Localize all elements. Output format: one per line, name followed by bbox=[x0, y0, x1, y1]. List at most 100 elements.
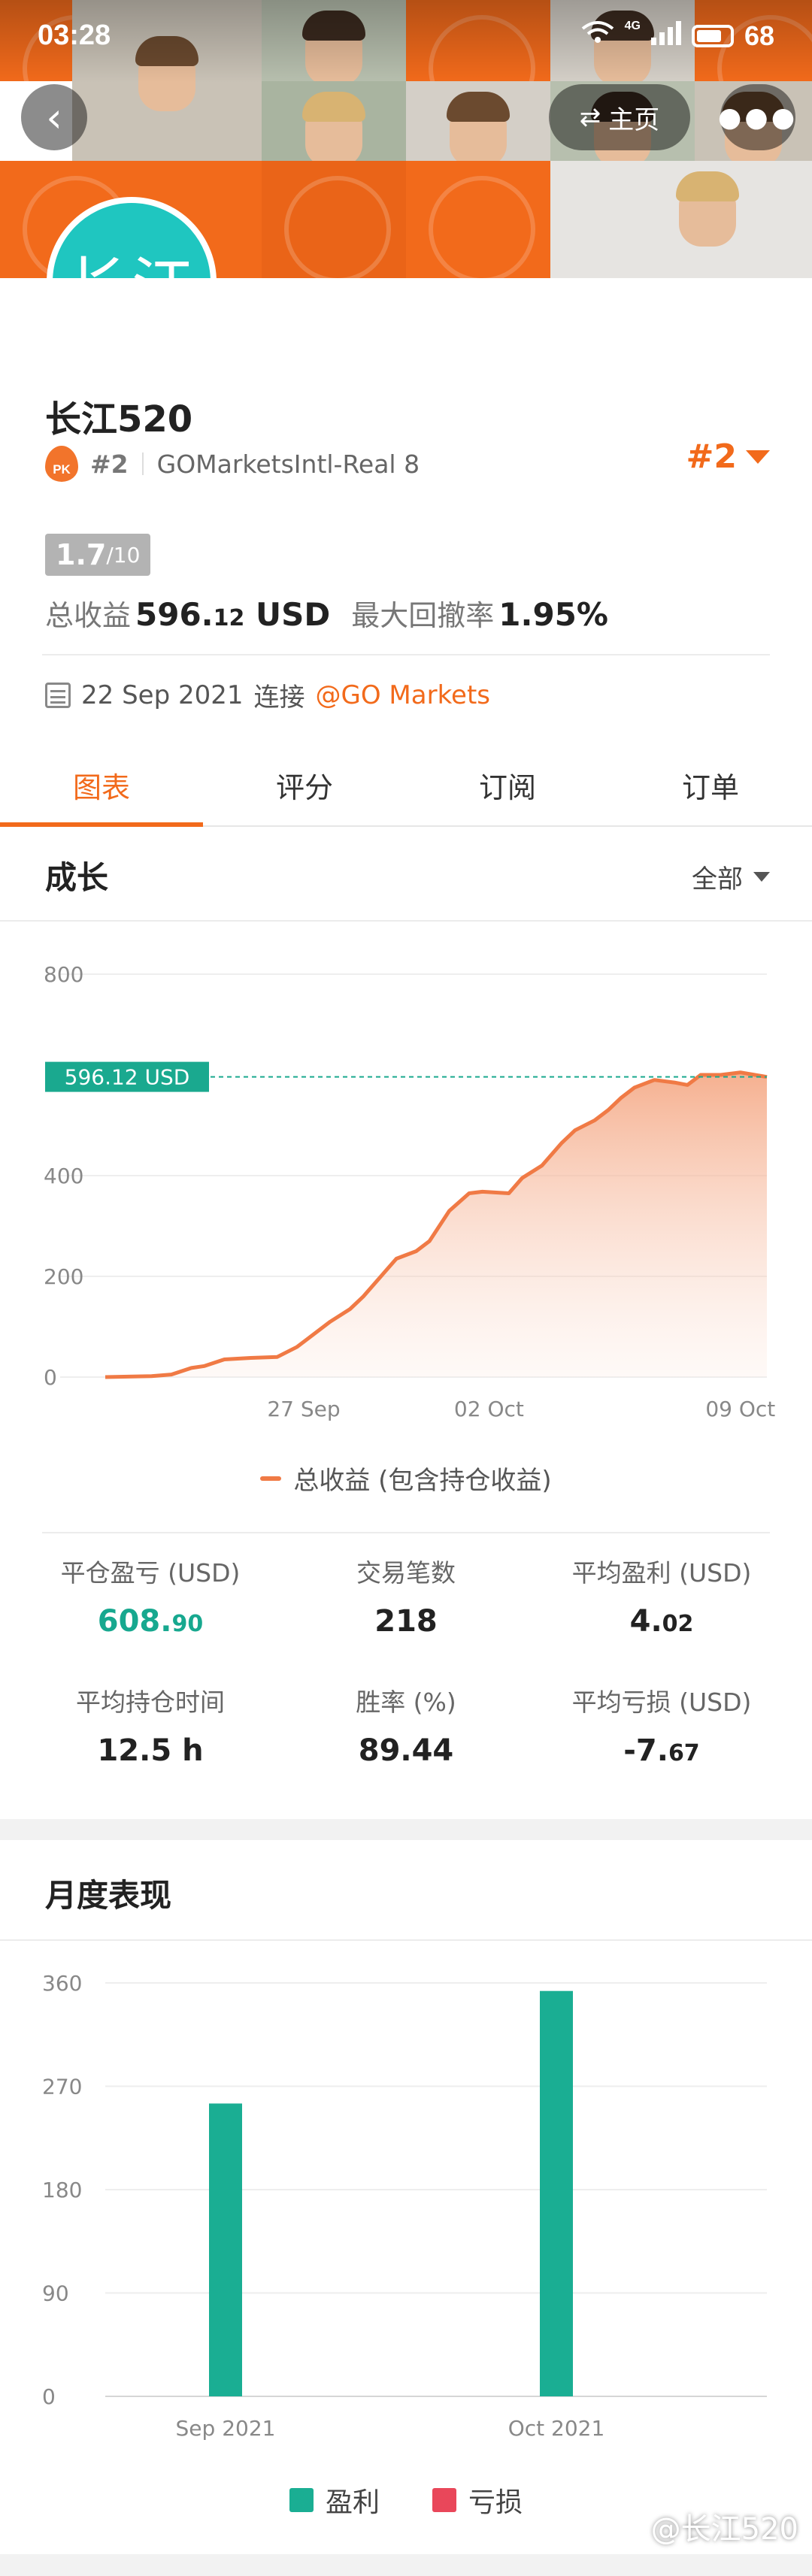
watermark: @长江520 bbox=[650, 2512, 798, 2547]
metric-avg-hold-time: 平均持仓时间 12.5 h bbox=[23, 1682, 278, 1768]
home-label: 主页 bbox=[608, 104, 660, 135]
growth-chart[interactable]: 800 400 200 0 27 Sep 02 Oct 09 Oct 596.12 USD bbox=[0, 922, 812, 1448]
caret-down-icon bbox=[746, 450, 770, 464]
banner-photo bbox=[675, 171, 739, 247]
rank-dropdown-value: #2 bbox=[686, 437, 737, 476]
monthly-title: 月度表现 bbox=[45, 1877, 172, 1914]
monthly-card: 月度表现 360 270 180 90 0 Sep 2021 Oct 2021 盈利 亏损 bbox=[0, 1840, 812, 2554]
profile-card: 长江520 PK #2 GOMarketsIntl-Real 8 #2 1.7/… bbox=[0, 278, 812, 827]
join-info: 22 Sep 2021 连接 @GO Markets bbox=[45, 677, 490, 713]
current-value-label: 596.12 USD bbox=[65, 1065, 190, 1090]
legend-profit[interactable]: 盈利 bbox=[289, 2481, 380, 2520]
profit-summary: 总收益 596.12 USD 最大回撤率 1.95% bbox=[45, 592, 613, 634]
battery-level: 68 bbox=[744, 20, 774, 51]
home-button[interactable]: ⇄ 主页 bbox=[549, 84, 690, 150]
pk-flame-icon: PK bbox=[45, 446, 78, 482]
legend-label: 总收益 (包含持仓收益) bbox=[293, 1466, 552, 1496]
profit-bar bbox=[540, 1990, 573, 2396]
metric-value: 4. bbox=[629, 1604, 662, 1639]
x-tick-label: 09 Oct bbox=[705, 1397, 775, 1421]
rank-dropdown[interactable]: #2 bbox=[686, 437, 770, 476]
chevron-left-icon: ‹ bbox=[46, 93, 62, 141]
tab-chart[interactable]: 图表 bbox=[0, 744, 203, 827]
metric-label: 平仓盈亏 (USD) bbox=[60, 1558, 241, 1588]
range-value: 全部 bbox=[692, 864, 743, 894]
y-tick-label: 400 bbox=[44, 1164, 83, 1188]
metric-closed-pnl: 平仓盈亏 (USD) 608.90 bbox=[23, 1553, 278, 1639]
calendar-icon bbox=[45, 682, 71, 708]
y-tick-label: 360 bbox=[42, 1971, 82, 1996]
legend-line-swatch bbox=[260, 1476, 282, 1481]
battery-icon bbox=[691, 24, 734, 47]
x-tick-label: 27 Sep bbox=[267, 1397, 340, 1421]
metric-value-fraction: 02 bbox=[662, 1611, 694, 1637]
more-button[interactable]: ●●● bbox=[717, 84, 798, 150]
growth-title: 成长 bbox=[45, 859, 109, 896]
broker-link[interactable]: @GO Markets bbox=[316, 680, 491, 710]
wifi-icon bbox=[581, 20, 614, 52]
max-drawdown-value: 1.95% bbox=[498, 596, 608, 633]
y-tick-label: 270 bbox=[42, 2075, 82, 2099]
score-value: 1.7 bbox=[56, 538, 107, 571]
metric-value: 218 bbox=[374, 1604, 438, 1639]
metric-label: 平均盈利 (USD) bbox=[571, 1558, 752, 1588]
trader-name: 长江520 bbox=[45, 398, 193, 440]
monthly-chart[interactable]: 360 270 180 90 0 Sep 2021 Oct 2021 bbox=[0, 1953, 812, 2464]
y-tick-label: 0 bbox=[42, 2384, 56, 2409]
max-drawdown-label: 最大回撤率 bbox=[351, 599, 495, 632]
metric-label: 平均持仓时间 bbox=[76, 1688, 225, 1717]
total-profit-label: 总收益 bbox=[45, 599, 132, 632]
x-tick-label: Sep 2021 bbox=[176, 2416, 276, 2441]
range-selector[interactable]: 全部 bbox=[692, 858, 770, 895]
metric-label: 平均亏损 (USD) bbox=[571, 1688, 752, 1717]
metric-value-fraction: 67 bbox=[668, 1740, 700, 1766]
total-profit-unit: USD bbox=[256, 596, 331, 633]
growth-card: 成长 全部 800 400 200 0 27 Sep 02 Oct 09 Oct 596.12… bbox=[0, 827, 812, 1819]
metric-trade-count: 交易笔数 218 bbox=[278, 1553, 534, 1639]
metrics-grid: 平仓盈亏 (USD) 608.90 交易笔数 218 平均盈利 (USD) 4.… bbox=[23, 1553, 789, 1768]
y-tick-label: 90 bbox=[42, 2281, 69, 2306]
metric-avg-loss: 平均亏损 (USD) -7.67 bbox=[534, 1682, 789, 1768]
x-tick-label: Oct 2021 bbox=[508, 2416, 605, 2441]
score-badge: 1.7/10 bbox=[45, 534, 151, 576]
swap-icon: ⇄ bbox=[579, 102, 601, 132]
metric-label: 交易笔数 bbox=[356, 1558, 456, 1588]
y-tick-label: 180 bbox=[42, 2178, 82, 2202]
total-profit-main: 596. bbox=[135, 596, 214, 633]
metric-value: 89.44 bbox=[358, 1733, 454, 1768]
tab-bar: 图表 评分 订阅 订单 bbox=[0, 744, 812, 827]
tab-rating[interactable]: 评分 bbox=[203, 744, 406, 825]
score-max: /10 bbox=[106, 542, 141, 568]
legend-loss[interactable]: 亏损 bbox=[432, 2481, 523, 2520]
legend-profit-label: 盈利 bbox=[325, 2487, 380, 2518]
rank-line: PK #2 GOMarketsIntl-Real 8 bbox=[45, 445, 420, 483]
join-text: 连接 bbox=[253, 683, 305, 713]
tab-orders[interactable]: 订单 bbox=[609, 744, 812, 825]
x-tick-label: 02 Oct bbox=[454, 1397, 524, 1421]
account-name: GOMarketsIntl-Real 8 bbox=[156, 449, 420, 479]
metric-avg-profit: 平均盈利 (USD) 4.02 bbox=[534, 1553, 789, 1639]
status-time: 03:28 bbox=[38, 20, 111, 51]
more-dots-icon: ●●● bbox=[717, 101, 798, 133]
join-date: 22 Sep 2021 bbox=[81, 680, 244, 710]
signal-icon bbox=[650, 20, 681, 52]
metric-label: 胜率 (%) bbox=[356, 1688, 456, 1717]
y-tick-label: 0 bbox=[44, 1365, 57, 1390]
loss-swatch bbox=[432, 2488, 456, 2512]
growth-legend: 总收益 (包含持仓收益) bbox=[0, 1460, 812, 1497]
metric-value-fraction: 90 bbox=[171, 1611, 204, 1637]
caret-down-icon bbox=[753, 872, 770, 882]
tab-subscribe[interactable]: 订阅 bbox=[406, 744, 609, 825]
y-tick-label: 200 bbox=[44, 1264, 83, 1289]
back-button[interactable]: ‹ bbox=[21, 84, 87, 150]
metric-value: -7. bbox=[623, 1733, 668, 1768]
profit-bar bbox=[209, 2103, 242, 2396]
metric-win-rate: 胜率 (%) 89.44 bbox=[278, 1682, 534, 1768]
rank-number: #2 bbox=[90, 449, 129, 479]
status-bar: 03:28 4G 68 bbox=[0, 0, 812, 75]
profit-swatch bbox=[289, 2488, 314, 2512]
banner-photo bbox=[447, 92, 510, 167]
y-tick-label: 800 bbox=[44, 962, 83, 987]
network-label: 4G bbox=[624, 20, 641, 32]
profit-area bbox=[105, 1072, 767, 1377]
